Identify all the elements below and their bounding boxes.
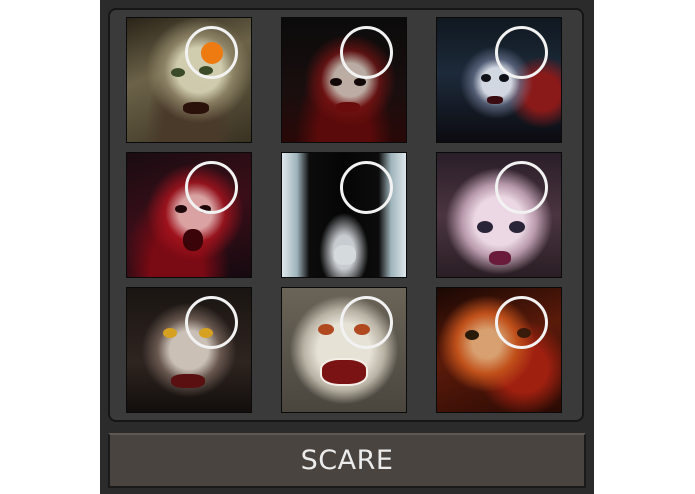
selector-ring[interactable] xyxy=(340,26,393,79)
scare-app-panel: SCARE xyxy=(100,0,594,494)
scare-button[interactable]: SCARE xyxy=(108,433,586,488)
face-tile-7[interactable] xyxy=(126,287,252,413)
selector-ring[interactable] xyxy=(495,296,548,349)
selector-ring[interactable] xyxy=(495,26,548,79)
selector-ring[interactable] xyxy=(340,296,393,349)
selector-ring[interactable] xyxy=(185,296,238,349)
face-tile-4[interactable] xyxy=(126,152,252,278)
selector-ring[interactable] xyxy=(340,161,393,214)
face-tile-6[interactable] xyxy=(436,152,562,278)
face-tile-9[interactable] xyxy=(436,287,562,413)
face-tile-8[interactable] xyxy=(281,287,407,413)
face-selection-grid xyxy=(108,8,584,422)
selector-ring[interactable] xyxy=(185,161,238,214)
selector-ring[interactable] xyxy=(495,161,548,214)
selector-ring[interactable] xyxy=(185,26,238,79)
face-tile-1[interactable] xyxy=(126,17,252,143)
face-tile-2[interactable] xyxy=(281,17,407,143)
face-tile-5[interactable] xyxy=(281,152,407,278)
face-tile-3[interactable] xyxy=(436,17,562,143)
selected-dot-indicator xyxy=(200,41,223,64)
